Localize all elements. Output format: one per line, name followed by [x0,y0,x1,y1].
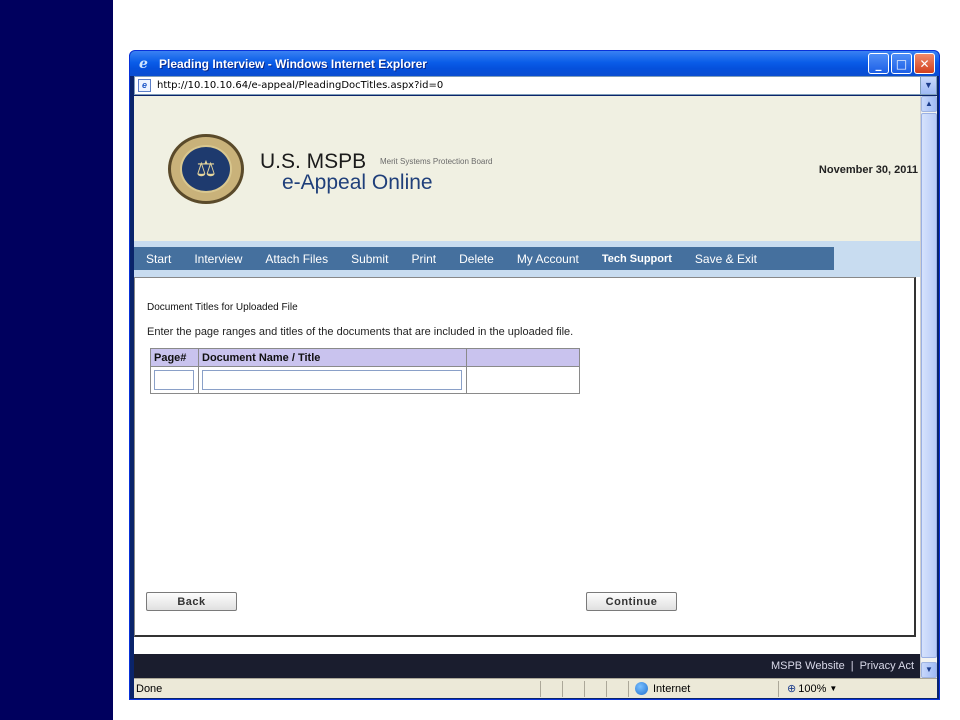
window-title: Pleading Interview - Windows Internet Ex… [159,56,427,71]
document-title-input[interactable] [202,370,462,390]
nav-bar: Start Interview Attach Files Submit Prin… [134,241,920,277]
vertical-scrollbar[interactable]: ▲ ▼ [920,96,937,678]
mspb-website-link[interactable]: MSPB Website [771,660,845,672]
nav-print[interactable]: Print [399,252,447,266]
status-bar: Done Internet ⊕ 100% ▼ [134,678,937,698]
nav-interview[interactable]: Interview [182,252,253,266]
zoom-level: 100% [798,682,827,695]
current-date: November 30, 2011 [818,164,918,176]
status-panel [562,680,584,697]
page-cell [150,366,199,394]
instructions-text: Enter the page ranges and titles of the … [147,326,574,338]
address-dropdown-icon[interactable]: ▼ [920,77,936,94]
nav-delete[interactable]: Delete [447,252,505,266]
status-panel [606,680,628,697]
scroll-thumb[interactable] [921,113,937,658]
mspb-seal-logo: ⚖ [168,134,244,204]
globe-icon [635,682,648,695]
empty-cell [466,366,580,394]
nav-tech-support[interactable]: Tech Support [590,253,683,265]
back-button[interactable]: Back [146,592,237,611]
nav-my-account[interactable]: My Account [505,252,590,266]
brand-subtitle: Merit Systems Protection Board [380,157,493,166]
browser-window: e Pleading Interview - Windows Internet … [129,50,940,700]
scroll-down-icon[interactable]: ▼ [921,662,937,678]
nav-strip: Start Interview Attach Files Submit Prin… [134,247,834,270]
column-header-page: Page# [150,348,199,367]
zoom-icon: ⊕ [787,683,797,695]
nav-attach-files[interactable]: Attach Files [253,252,339,266]
status-text: Done [136,682,163,695]
continue-button[interactable]: Continue [586,592,677,611]
address-url[interactable]: http://10.10.10.64/e-appeal/PleadingDocT… [157,80,443,91]
document-titles-table: Page# Document Name / Title [150,348,580,394]
maximize-button[interactable]: □ [891,53,912,74]
page-heading: Document Titles for Uploaded File [147,302,298,313]
nav-submit[interactable]: Submit [339,252,399,266]
main-content: Document Titles for Uploaded File Enter … [134,277,916,637]
page-viewport: ⚖ U.S. MSPB Merit Systems Protection Boa… [134,96,920,678]
table-header-row: Page# Document Name / Title [150,348,580,367]
page-icon: e [138,79,151,92]
scales-icon: ⚖ [180,145,232,193]
minimize-button[interactable]: _ [868,53,889,74]
status-panel [540,680,562,697]
zoom-dropdown-icon[interactable]: ▼ [826,684,840,693]
privacy-act-link[interactable]: Privacy Act [860,660,914,672]
title-cell [198,366,467,394]
slide-left-band [0,0,113,720]
window-controls: _ □ ✕ [868,53,935,74]
site-footer: MSPB Website | Privacy Act [134,654,920,678]
close-button[interactable]: ✕ [914,53,935,74]
status-panel [584,680,606,697]
ie-logo-icon: e [139,55,148,72]
security-zone: Internet [628,680,778,697]
zone-label: Internet [653,682,691,695]
footer-separator: | [850,660,854,672]
nav-start[interactable]: Start [134,252,182,266]
table-row [150,366,580,394]
page-number-input[interactable] [154,370,194,390]
column-header-title: Document Name / Title [198,348,467,367]
address-bar[interactable]: e http://10.10.10.64/e-appeal/PleadingDo… [134,76,937,95]
site-header: ⚖ U.S. MSPB Merit Systems Protection Boa… [134,96,920,241]
app-name: e-Appeal Online [282,171,433,194]
column-header-empty [466,348,580,367]
zoom-control[interactable]: ⊕ 100% ▼ [778,680,868,697]
title-bar[interactable]: e Pleading Interview - Windows Internet … [130,51,939,76]
scroll-up-icon[interactable]: ▲ [921,96,937,112]
nav-save-exit[interactable]: Save & Exit [683,252,768,266]
